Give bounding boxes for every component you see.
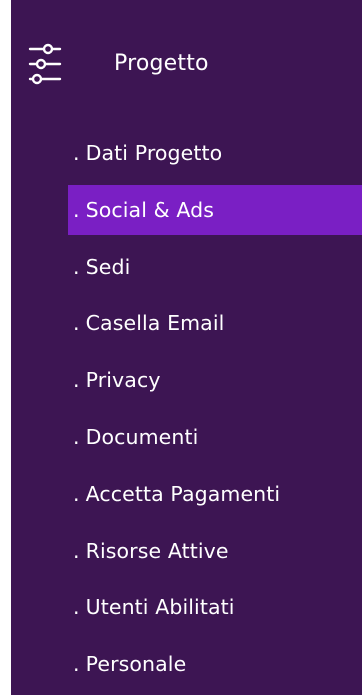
sliders-icon	[28, 43, 62, 85]
bullet-dot: .	[73, 311, 80, 336]
menu-item-sedi[interactable]: . Sedi	[68, 242, 362, 292]
bullet-dot: .	[73, 424, 80, 449]
menu-item-privacy[interactable]: . Privacy	[68, 355, 362, 405]
sidebar-panel: Progetto . Dati Progetto . Social & Ads .S…	[11, 0, 362, 695]
bullet-dot: .	[73, 368, 80, 393]
bullet-dot: .	[73, 141, 80, 165]
bullet-dot: .	[73, 538, 80, 563]
menu-item-personale[interactable]: . Personale	[68, 639, 362, 689]
menu-item-label: Sedi	[85, 254, 131, 279]
bullet-dot: .	[73, 595, 80, 620]
bullet-dot: .	[73, 652, 80, 677]
menu-item-label: Casella Email	[85, 311, 225, 336]
menu-item-label: Documenti	[85, 424, 199, 449]
bullet-dot: .	[73, 254, 80, 279]
submenu-list: . Dati Progetto . Social & Ads . Sedi . Case…	[68, 128, 362, 696]
menu-item-risorse-attive[interactable]: . Risorse Attive	[68, 526, 362, 576]
section-title: Progetto	[114, 51, 209, 76]
section-header-progetto[interactable]: Progetto	[11, 36, 362, 94]
menu-item-label: Accetta Pagamenti	[85, 481, 281, 506]
menu-item-label: Utenti Abilitati	[85, 595, 235, 620]
menu-item-casella-email[interactable]: . Casella Email	[68, 298, 362, 348]
menu-item-label: Personale	[85, 652, 187, 677]
menu-item-documenti[interactable]: . Documenti	[68, 412, 362, 462]
menu-item-label: Social & Ads	[85, 197, 214, 222]
bullet-dot: .	[73, 197, 80, 222]
bullet-dot: .	[73, 481, 80, 506]
menu-item-label: Dati Progetto	[85, 141, 223, 165]
menu-item-dati-progetto[interactable]: . Dati Progetto	[68, 128, 362, 178]
menu-item-utenti-abilitati[interactable]: . Utenti Abilitati	[68, 582, 362, 632]
menu-item-accetta-pagamenti[interactable]: . Accetta Pagamenti	[68, 469, 362, 519]
menu-item-social-ads[interactable]: . Social & Ads	[68, 184, 362, 235]
menu-item-label: Privacy	[85, 368, 161, 393]
menu-item-label: Risorse Attive	[85, 538, 229, 563]
